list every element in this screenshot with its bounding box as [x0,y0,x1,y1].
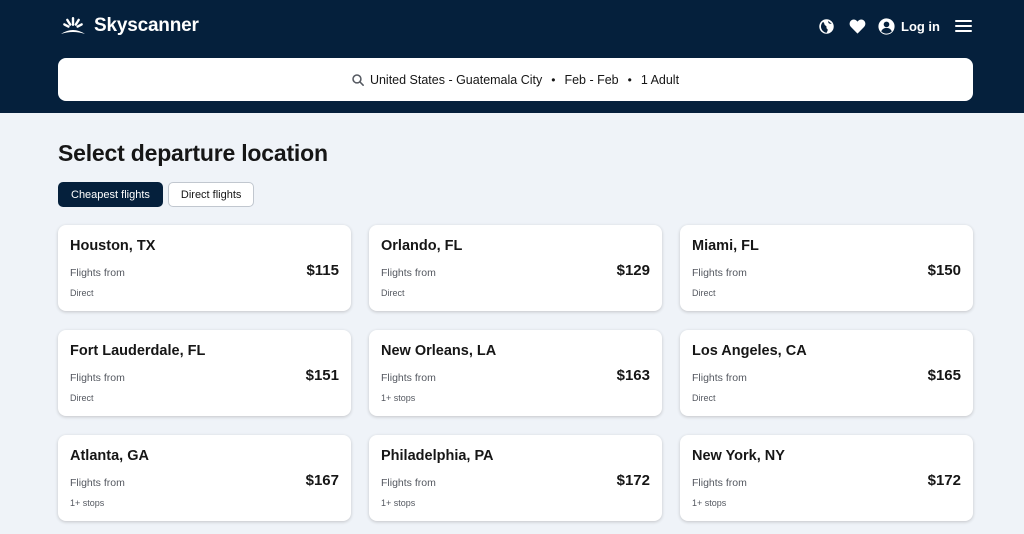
stops-info: 1+ stops [381,393,416,403]
destination-city: New Orleans, LA [381,343,497,359]
skyscanner-logo[interactable]: Skyscanner [58,13,199,39]
top-header: Skyscanner Log in United States - Guatem… [0,0,1024,113]
destination-card[interactable]: Philadelphia, PA Flights from 1+ stops $… [369,435,662,521]
stops-info: Direct [692,393,716,403]
destination-card[interactable]: Fort Lauderdale, FL Flights from Direct … [58,330,351,416]
destination-city: New York, NY [692,448,785,464]
globe-icon [818,18,834,34]
price: $151 [305,367,339,384]
destination-card[interactable]: Atlanta, GA Flights from 1+ stops $167 [58,435,351,521]
price: $129 [616,262,650,279]
destination-card[interactable]: Miami, FL Flights from Direct $150 [680,225,973,311]
destination-card[interactable]: New York, NY Flights from 1+ stops $172 [680,435,973,521]
stops-info: 1+ stops [381,498,416,508]
destination-card[interactable]: Orlando, FL Flights from Direct $129 [369,225,662,311]
price: $163 [616,367,650,384]
language-region-button[interactable] [817,15,835,37]
flights-from-label: Flights from [692,267,747,279]
price: $167 [305,472,339,489]
destination-city: Los Angeles, CA [692,343,807,359]
destination-card[interactable]: New Orleans, LA Flights from 1+ stops $1… [369,330,662,416]
menu-icon [954,20,972,32]
destination-city: Orlando, FL [381,238,463,254]
search-dates: Feb - Feb [564,72,619,87]
favourites-button[interactable] [848,15,866,37]
search-separator: • [627,72,632,87]
header-actions: Log in [817,15,972,37]
flights-from-label: Flights from [381,372,436,384]
search-route: United States - Guatemala City [369,72,543,87]
price: $172 [927,472,961,489]
filter-direct-flights[interactable]: Direct flights [167,182,255,207]
filter-cheapest-flights[interactable]: Cheapest flights [58,182,163,207]
stops-info: Direct [70,393,94,403]
destination-city: Philadelphia, PA [381,448,494,464]
price: $150 [927,262,961,279]
destination-city: Fort Lauderdale, FL [70,343,206,359]
flights-from-label: Flights from [70,372,125,384]
destination-card[interactable]: Houston, TX Flights from Direct $115 [58,225,351,311]
search-separator: • [551,72,556,87]
page-title: Select departure location [58,140,328,166]
destination-card[interactable]: Los Angeles, CA Flights from Direct $165 [680,330,973,416]
flights-from-label: Flights from [70,477,125,489]
filter-chips: Cheapest flights Direct flights [58,182,255,207]
menu-button[interactable] [954,15,972,37]
search-summary-bar[interactable]: United States - Guatemala City • Feb - F… [58,58,973,101]
destination-city: Houston, TX [70,238,156,254]
destination-city: Miami, FL [692,238,759,254]
price: $172 [616,472,650,489]
heart-icon [849,19,865,34]
flights-from-label: Flights from [692,372,747,384]
login-button[interactable]: Log in [878,15,940,37]
brand-name: Skyscanner [94,15,199,36]
price: $165 [927,367,961,384]
flights-from-label: Flights from [381,477,436,489]
stops-info: Direct [70,288,94,298]
search-travellers: 1 Adult [640,72,680,87]
price: $115 [306,262,339,279]
flights-from-label: Flights from [692,477,747,489]
stops-info: 1+ stops [692,498,727,508]
account-icon [878,17,895,35]
search-icon [352,73,364,86]
destination-grid: Houston, TX Flights from Direct $115 Orl… [58,225,974,521]
destination-city: Atlanta, GA [70,448,149,464]
sunburst-logo-icon [61,17,85,34]
flights-from-label: Flights from [381,267,436,279]
login-label: Log in [901,18,940,34]
stops-info: Direct [692,288,716,298]
flights-from-label: Flights from [70,267,125,279]
stops-info: Direct [381,288,405,298]
stops-info: 1+ stops [70,498,105,508]
